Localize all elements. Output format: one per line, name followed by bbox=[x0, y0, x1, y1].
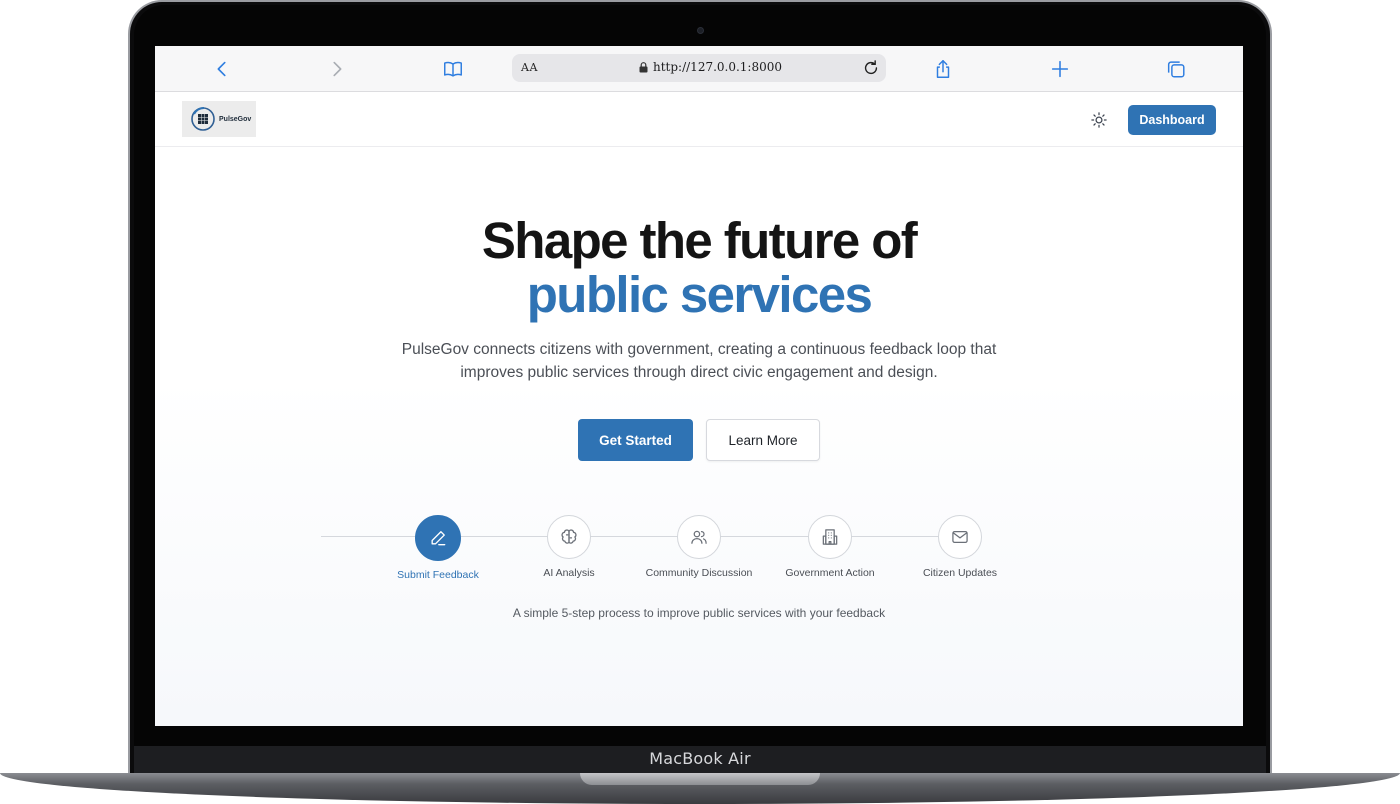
step-label: Citizen Updates bbox=[922, 567, 998, 579]
logo[interactable]: PulseGov bbox=[182, 101, 256, 137]
lock-icon bbox=[639, 61, 648, 72]
bookmarks-icon bbox=[444, 61, 462, 77]
brain-icon bbox=[561, 529, 577, 544]
new-tab-button[interactable] bbox=[1047, 56, 1073, 82]
pencil-icon bbox=[431, 531, 446, 546]
sun-icon[interactable] bbox=[1089, 110, 1109, 130]
get-started-button[interactable]: Get Started bbox=[578, 419, 693, 461]
step-ai-analysis[interactable]: AI Analysis bbox=[504, 515, 634, 579]
logo-icon bbox=[191, 106, 215, 131]
address-bar[interactable]: AA http://127.0.0.1:8000 bbox=[512, 54, 886, 82]
step-label: Government Action bbox=[785, 567, 875, 579]
step-community-discussion[interactable]: Community Discussion bbox=[634, 515, 764, 579]
step-government-action[interactable]: Government Action bbox=[765, 515, 895, 579]
share-icon bbox=[936, 60, 950, 78]
step-icon-circle bbox=[677, 515, 721, 559]
chevron-right-icon bbox=[333, 61, 342, 77]
steps-caption: A simple 5-step process to improve publi… bbox=[512, 606, 886, 620]
screen: AA http://127.0.0.1:8000 PulseGov Dashbo… bbox=[155, 46, 1243, 726]
tabs-icon bbox=[1167, 61, 1185, 78]
laptop-mockup: MacBook Air AA http://127.0.0.1:8000 Pul… bbox=[0, 0, 1400, 804]
learn-more-button[interactable]: Learn More bbox=[706, 419, 820, 461]
step-label: AI Analysis bbox=[543, 567, 595, 579]
logo-text: PulseGov bbox=[219, 115, 252, 123]
device-label: MacBook Air bbox=[649, 749, 751, 768]
dashboard-button[interactable]: Dashboard bbox=[1128, 105, 1216, 135]
hero-title-line1: Shape the future of bbox=[481, 212, 918, 269]
back-button[interactable] bbox=[209, 56, 235, 82]
users-icon bbox=[691, 530, 707, 544]
step-icon-circle bbox=[547, 515, 591, 559]
step-submit-feedback[interactable]: Submit Feedback bbox=[373, 515, 503, 581]
mail-icon bbox=[952, 530, 968, 544]
browser-toolbar: AA http://127.0.0.1:8000 bbox=[155, 46, 1243, 92]
step-icon-circle bbox=[938, 515, 982, 559]
site-header: PulseGov Dashboard bbox=[155, 92, 1243, 147]
share-button[interactable] bbox=[930, 56, 956, 82]
forward-button[interactable] bbox=[324, 56, 350, 82]
step-label: Community Discussion bbox=[645, 567, 753, 579]
laptop-notch bbox=[580, 773, 820, 785]
url-text: http://127.0.0.1:8000 bbox=[653, 60, 783, 74]
step-icon-circle bbox=[415, 515, 461, 561]
reload-icon[interactable] bbox=[861, 58, 881, 78]
chevron-left-icon bbox=[217, 61, 226, 77]
step-label: Submit Feedback bbox=[397, 569, 479, 581]
step-citizen-updates[interactable]: Citizen Updates bbox=[895, 515, 1025, 579]
tabs-button[interactable] bbox=[1163, 56, 1189, 82]
hero-title-line2: public services bbox=[526, 266, 873, 323]
text-size-button[interactable]: AA bbox=[521, 61, 538, 74]
bookmarks-button[interactable] bbox=[440, 56, 466, 82]
camera-icon bbox=[697, 27, 704, 34]
building-icon bbox=[822, 529, 838, 545]
url-display[interactable]: http://127.0.0.1:8000 bbox=[639, 60, 782, 74]
hero-subtitle: PulseGov connects citizens with governme… bbox=[401, 341, 997, 381]
hero-section: Shape the future of public services Puls… bbox=[155, 148, 1243, 726]
plus-icon bbox=[1051, 60, 1069, 78]
step-icon-circle bbox=[808, 515, 852, 559]
